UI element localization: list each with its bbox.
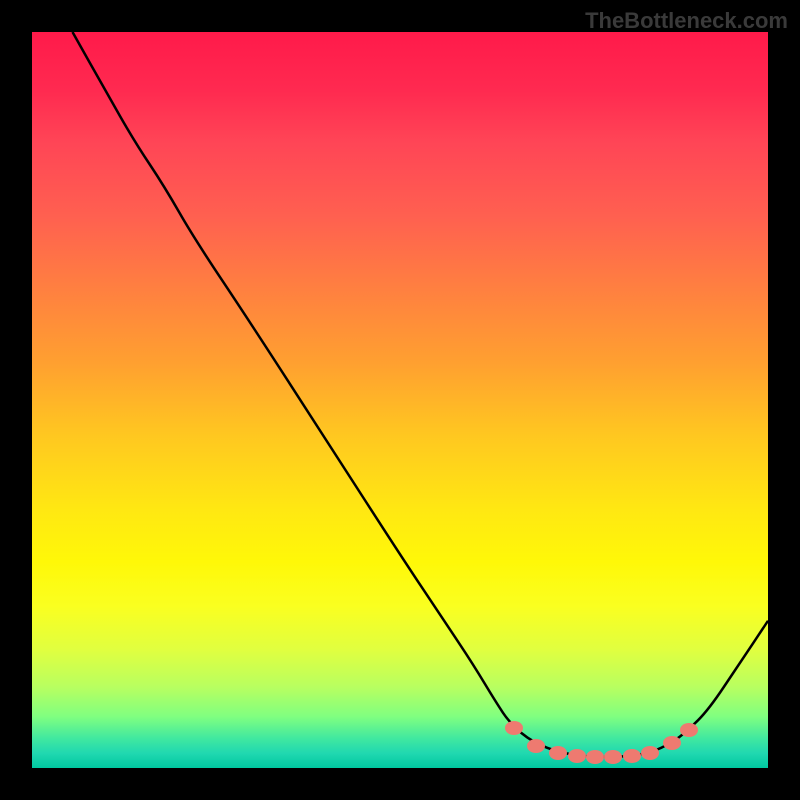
data-marker bbox=[549, 746, 567, 760]
data-marker bbox=[527, 739, 545, 753]
data-marker bbox=[586, 750, 604, 764]
data-marker bbox=[680, 723, 698, 737]
chart-plot-area bbox=[32, 32, 768, 768]
data-marker bbox=[641, 746, 659, 760]
bottleneck-curve bbox=[32, 32, 768, 768]
watermark-text: TheBottleneck.com bbox=[585, 8, 788, 34]
data-marker bbox=[663, 736, 681, 750]
data-marker bbox=[623, 749, 641, 763]
data-marker bbox=[604, 750, 622, 764]
data-marker bbox=[505, 721, 523, 735]
data-marker bbox=[568, 749, 586, 763]
